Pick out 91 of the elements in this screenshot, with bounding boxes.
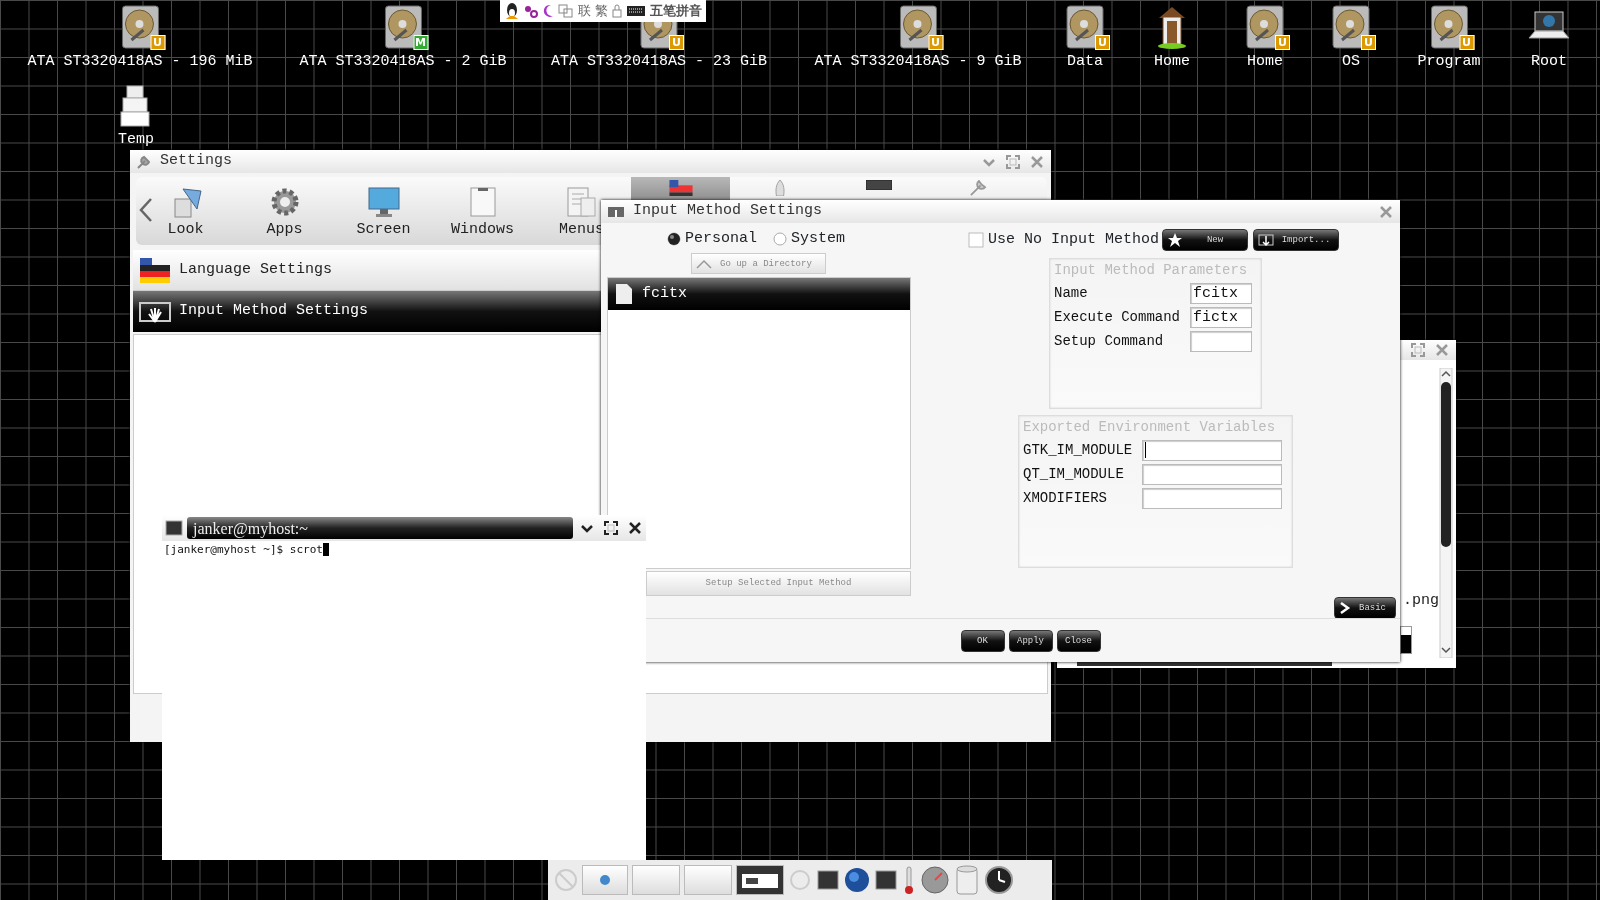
dialog-button[interactable]: Close	[1056, 630, 1101, 652]
toolbar-tab[interactable]: Apps	[235, 177, 334, 245]
field-label: Setup Command	[1054, 331, 1165, 351]
text-field[interactable]	[1142, 439, 1282, 461]
icon-label[interactable]: Root	[1531, 53, 1567, 71]
icon-label[interactable]: Data	[1067, 53, 1103, 71]
field-label: QT_IM_MODULE	[1023, 464, 1125, 484]
status-badge: U	[1275, 35, 1290, 50]
action-button[interactable]: Import...	[1253, 229, 1340, 251]
field-label: XMODIFIERS	[1023, 488, 1108, 508]
close-icon[interactable]	[627, 520, 643, 536]
chevron-icon	[1339, 601, 1351, 615]
status-badge: U	[1095, 35, 1110, 50]
globe-icon[interactable]	[844, 867, 870, 893]
up-caret-icon	[696, 258, 712, 269]
flag-icon	[667, 180, 694, 196]
dialog-button[interactable]: OK	[960, 630, 1005, 652]
toggle-button[interactable]: 联	[578, 2, 591, 20]
file-icon	[614, 282, 634, 306]
mode-button[interactable]: Basic	[1334, 597, 1396, 619]
terminal-icon	[165, 520, 183, 536]
moon-icon[interactable]	[542, 4, 554, 18]
wrench-icon	[136, 153, 152, 170]
monitor-icon	[865, 180, 892, 190]
scrollbar[interactable]	[1437, 368, 1455, 658]
gauge-icon	[920, 865, 950, 895]
text-field[interactable]	[1190, 330, 1252, 352]
icon-label[interactable]: Home	[1154, 53, 1190, 71]
clock-icon	[984, 865, 1014, 895]
terminal-icon[interactable]	[874, 869, 898, 891]
icon-label[interactable]: ATA ST3320418AS - 196 MiB	[27, 53, 253, 71]
text-cursor	[322, 543, 329, 556]
terminal-text: [janker@myhost ~]$ scrot	[164, 543, 323, 556]
status-badge: U	[1361, 35, 1376, 50]
icon-label[interactable]: Program	[1417, 53, 1481, 71]
radio-button[interactable]	[667, 232, 681, 246]
status-badge: U	[669, 35, 684, 50]
window-title: janker@myhost:~	[187, 517, 573, 539]
import-icon	[1258, 232, 1275, 248]
keyboard-icon	[607, 204, 625, 219]
field-label: Execute Command	[1054, 307, 1182, 327]
window-title: Settings	[160, 151, 233, 172]
toolbar-tab[interactable]	[631, 177, 730, 200]
star-icon	[1167, 232, 1184, 248]
penguin-icon[interactable]	[504, 2, 520, 20]
action-button[interactable]: New	[1162, 229, 1249, 251]
hand-icon	[139, 299, 171, 324]
thermometer-icon	[902, 865, 916, 895]
file-name-text: .png	[1403, 591, 1439, 611]
tools-icon	[968, 180, 987, 196]
terminal-icon[interactable]	[816, 869, 840, 891]
list-item[interactable]: fcitx	[608, 278, 910, 310]
monitor-icon	[366, 184, 401, 219]
horizontal-scrollbar[interactable]	[1077, 662, 1332, 666]
radio-option[interactable]: Personal	[667, 228, 757, 250]
window-title: Input Method Settings	[633, 201, 824, 222]
input-mode-label[interactable]: 五笔拼音	[650, 2, 702, 20]
dots-icon[interactable]	[524, 4, 538, 18]
task-button[interactable]	[736, 865, 784, 895]
radio-option[interactable]: System	[773, 228, 846, 250]
text-field[interactable]	[1142, 487, 1282, 509]
globe-icon	[599, 874, 611, 886]
toolbar-tab[interactable]: Screen	[334, 177, 433, 245]
toggle-button[interactable]: 繁	[595, 2, 608, 20]
icon-label[interactable]: Home	[1247, 53, 1283, 71]
rocket-icon	[773, 180, 786, 196]
flag-icon	[139, 256, 171, 284]
toolbar-tab[interactable]: Windows	[433, 177, 532, 245]
toolbar-tab[interactable]: Look	[136, 177, 235, 245]
icon-label[interactable]: ATA ST3320418AS - 23 GiB	[551, 53, 767, 71]
text-field[interactable]: fcitx	[1190, 282, 1252, 304]
text-field[interactable]	[1142, 463, 1282, 485]
sidebar-item[interactable]: Language Settings	[133, 250, 603, 291]
document-icon	[564, 184, 599, 219]
text-field[interactable]: fictx	[1190, 306, 1252, 328]
keyboard-icon[interactable]	[626, 5, 646, 17]
maximize-icon[interactable]	[603, 520, 619, 536]
icon-label[interactable]: ATA ST3320418AS - 9 GiB	[814, 53, 1022, 71]
field-label: Name	[1054, 283, 1089, 303]
group-title: Exported Environment Variables	[1023, 418, 1277, 437]
icon-label[interactable]: Temp	[118, 131, 154, 149]
sidebar-item[interactable]: Input Method Settings	[133, 291, 603, 332]
preview-thumbnail	[1400, 626, 1412, 654]
radio-button[interactable]	[773, 232, 787, 246]
dialog-button[interactable]: Apply	[1008, 630, 1053, 652]
group-title: Input Method Parameters	[1054, 261, 1249, 280]
field-label: GTK_IM_MODULE	[1023, 440, 1134, 460]
icon-label[interactable]: ATA ST3320418AS - 2 GiB	[299, 53, 507, 71]
checkbox[interactable]	[968, 232, 984, 248]
icon-label[interactable]: OS	[1342, 53, 1360, 71]
checkbox-option[interactable]: Use No Input Method	[968, 228, 1160, 252]
